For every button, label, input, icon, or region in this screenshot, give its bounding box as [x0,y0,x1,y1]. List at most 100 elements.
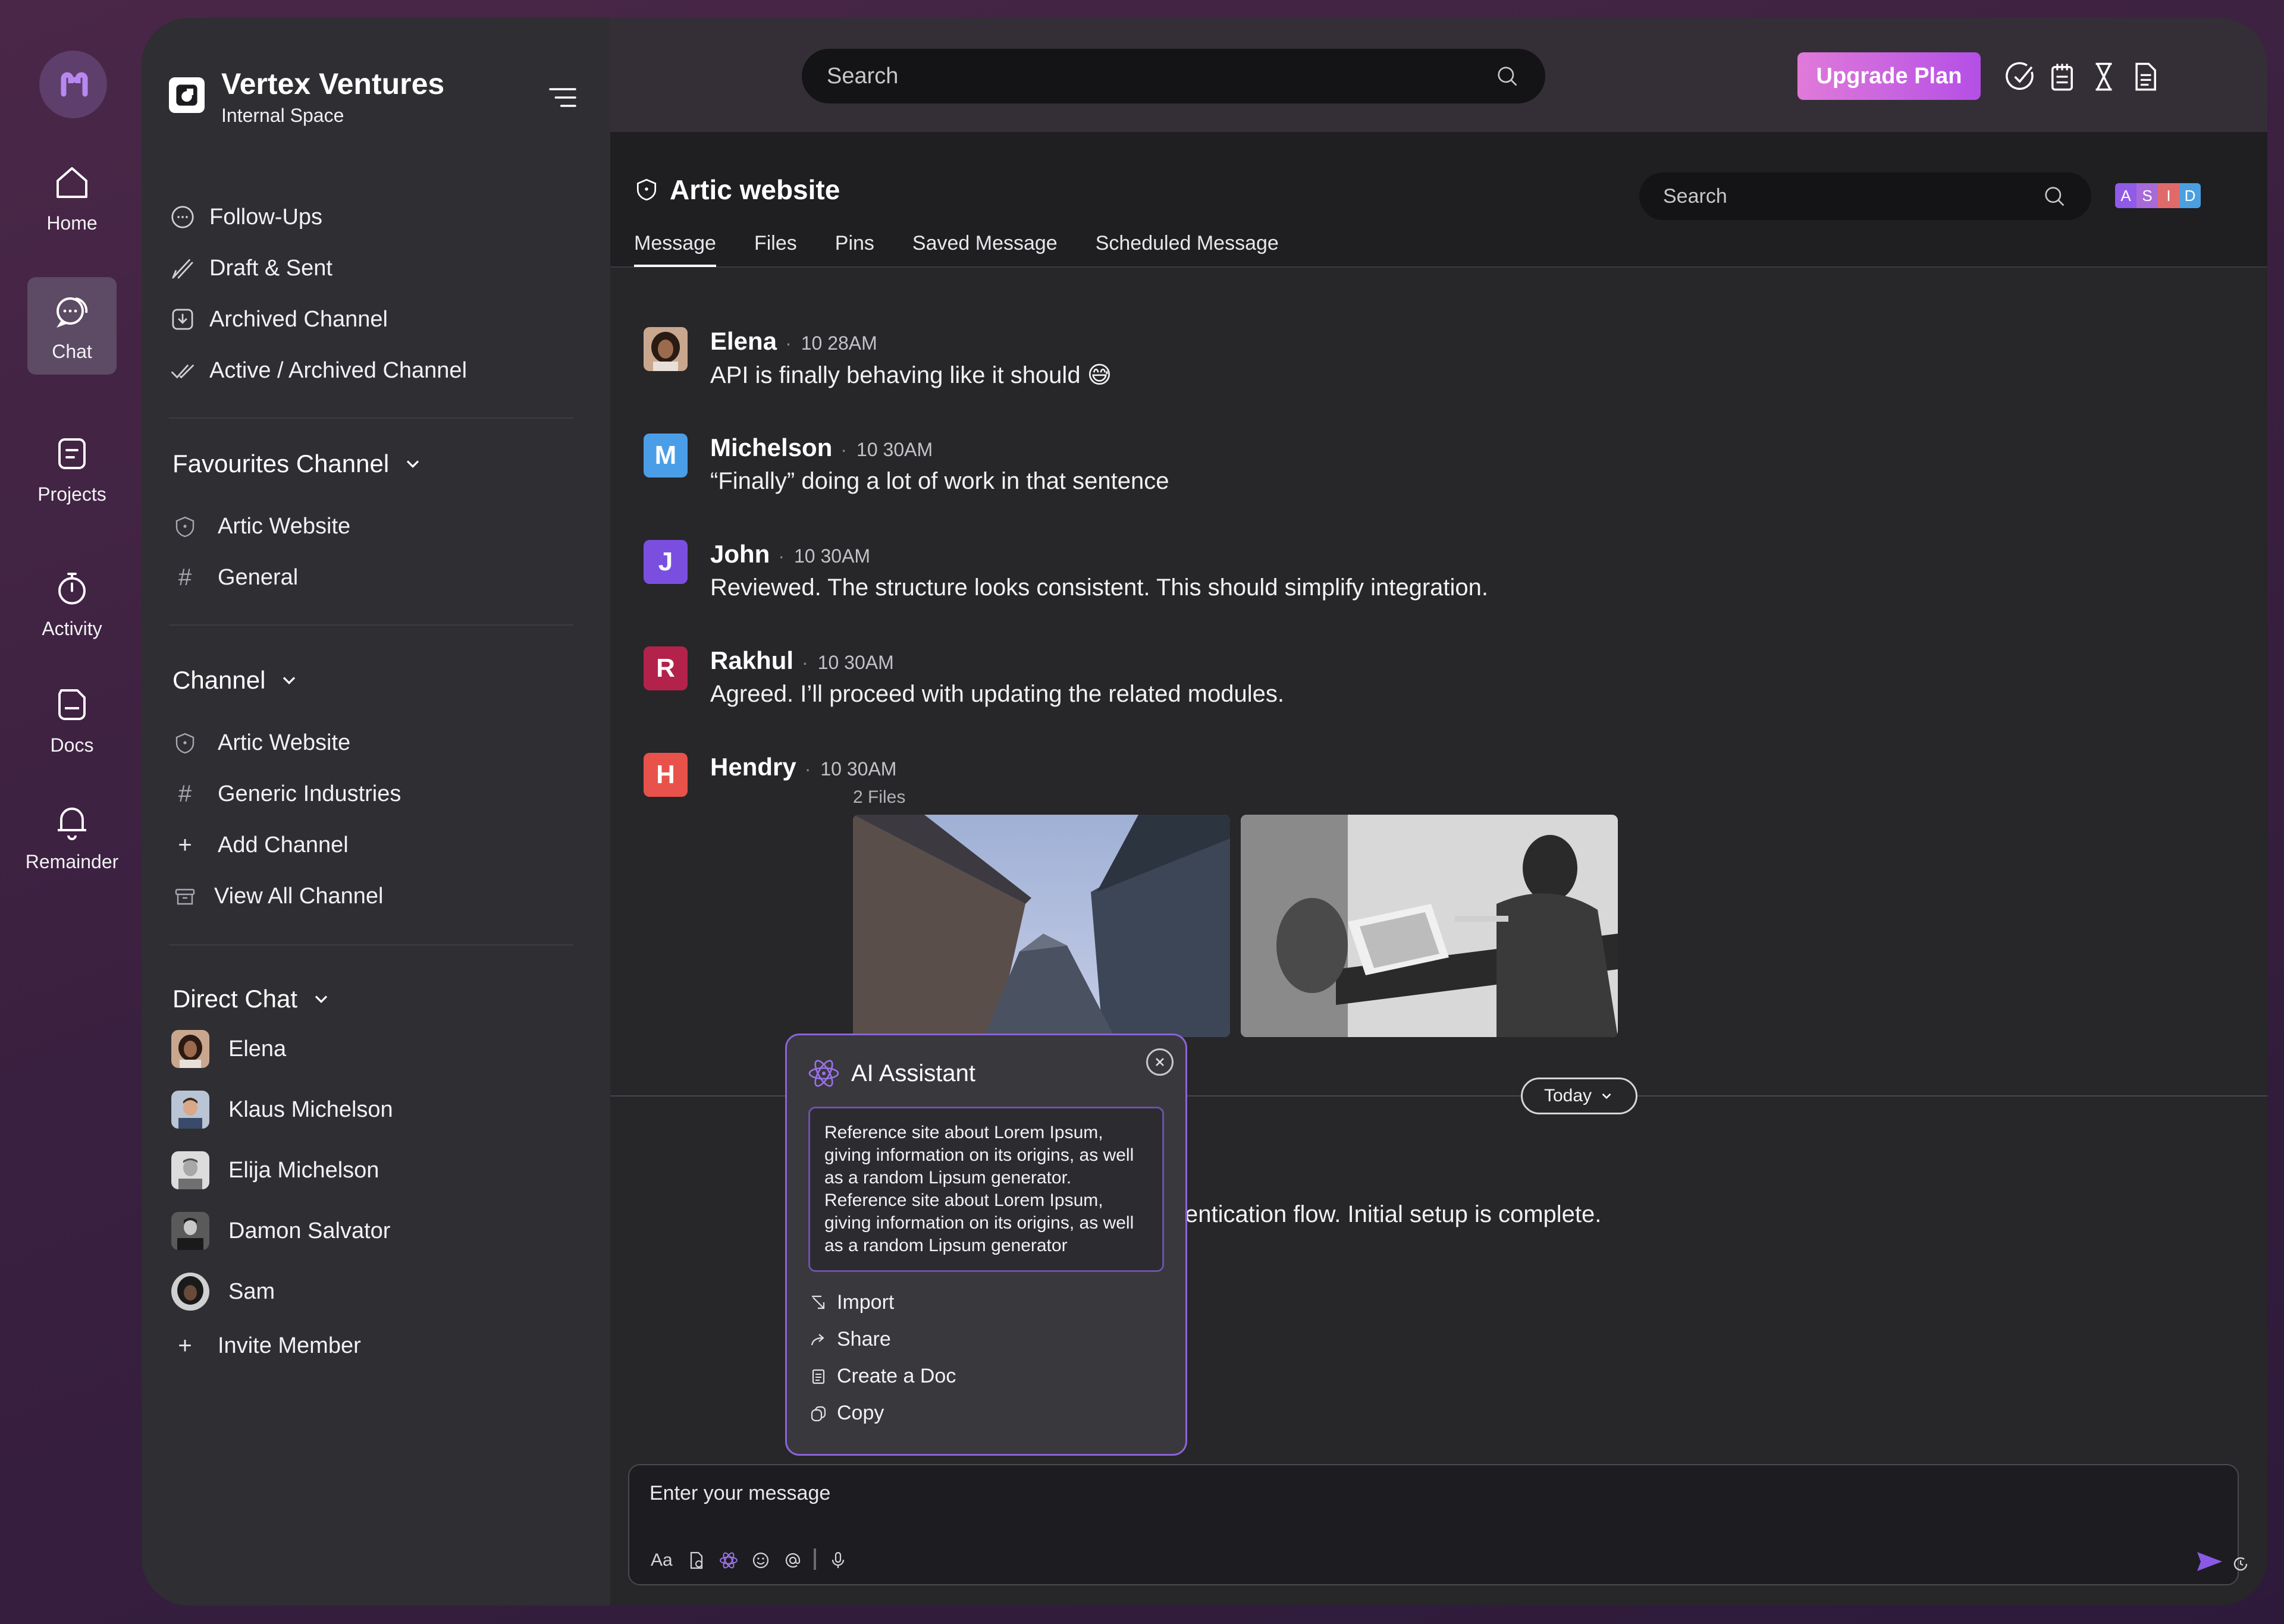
message-input[interactable] [650,1482,2018,1505]
channel-search[interactable]: Search [1639,172,2091,220]
document-icon [812,1369,825,1384]
avatar: H [644,753,688,797]
nav-follow-ups-label: Follow-Ups [209,204,323,230]
message-composer: Aa [628,1464,2248,1585]
hash-icon: # [178,564,192,590]
tasks-button[interactable] [2004,61,2037,93]
view-all-channel-button[interactable]: View All Channel [172,884,383,909]
dm-damon-salvator[interactable]: Damon Salvator [171,1212,390,1250]
fav-general-label: General [218,565,299,590]
dm-elija-michelson[interactable]: Elija Michelson [171,1151,379,1189]
nav-draft-sent[interactable]: Draft & Sent [169,255,332,282]
rail-reminder-label: Remainder [25,850,119,872]
atom-icon [720,1552,738,1569]
rail-projects[interactable]: Projects [27,420,117,517]
nav-active-archived[interactable]: Active / Archived Channel [169,357,467,384]
channel-generic-industries[interactable]: # Generic Industries [172,781,401,807]
message-text: Agreed. I’ll proceed with updating the r… [710,681,1285,707]
ai-share-button[interactable]: Share [810,1328,891,1351]
rail-chat[interactable]: Chat [27,277,117,375]
schedule-send-button[interactable] [2230,1552,2251,1576]
dm-damon-salvator-label: Damon Salvator [228,1218,391,1243]
rail-docs[interactable]: Docs [27,671,117,768]
channel-header[interactable]: Channel [172,666,300,695]
format-button[interactable]: Aa [651,1548,673,1572]
message-author: John 10 30AM [710,540,870,568]
smiley-icon [752,1552,769,1569]
fav-general[interactable]: # General [172,564,299,590]
add-channel-button[interactable]: + Add Channel [172,832,348,858]
ai-assistant-header: AI Assistant [807,1057,975,1090]
copy-icon [811,1406,826,1421]
timer-button[interactable] [2088,61,2120,93]
rail-activity[interactable]: Activity [27,554,117,652]
menu-lines-icon [549,88,576,107]
rail-reminder[interactable]: Remainder [25,787,119,885]
sidebar-divider [169,624,573,626]
avatar [171,1212,209,1250]
channel-title-text: Artic website [670,174,840,205]
document-button[interactable] [2129,61,2161,93]
attach-file-button[interactable] [686,1548,707,1572]
emoji-button[interactable] [751,1548,771,1572]
toolbar-divider [814,1548,816,1570]
buildings-photo [853,815,1230,1037]
ai-copy-label: Copy [837,1402,884,1424]
nav-follow-ups[interactable]: Follow-Ups [169,203,322,231]
ai-copy-button[interactable]: Copy [810,1402,884,1425]
mention-button[interactable] [783,1548,803,1572]
invite-member-button[interactable]: + Invite Member [172,1333,360,1359]
rail-home[interactable]: Home [27,149,117,246]
ai-assistant-panel: AI Assistant Reference site about Lorem … [785,1034,1187,1456]
ai-import-button[interactable]: Import [810,1291,894,1314]
fav-artic-website[interactable]: Artic Website [172,514,350,539]
channel-title: Artic website [634,174,840,206]
tab-scheduled-message[interactable]: Scheduled Message [1096,232,1279,267]
workspace-title: Vertex Ventures [221,67,445,100]
attachment-image-buildings[interactable] [853,815,1230,1037]
shield-icon [172,514,197,539]
favourites-header[interactable]: Favourites Channel [172,450,423,478]
app-logo-icon [61,72,88,97]
send-button[interactable] [2195,1548,2225,1575]
member-badges[interactable]: A S I D [2115,183,2201,208]
notes-button[interactable] [2046,61,2078,93]
direct-chat-header[interactable]: Direct Chat [172,985,332,1013]
import-icon [812,1295,825,1309]
ai-assistant-button[interactable] [719,1548,739,1572]
ai-close-button[interactable] [1146,1048,1174,1076]
at-sign-icon [785,1553,801,1568]
dm-sam[interactable]: Sam [171,1273,275,1311]
rail-chat-label: Chat [52,340,92,362]
sidebar-menu-button[interactable] [546,81,579,114]
tab-message[interactable]: Message [634,232,716,267]
shield-icon [636,178,657,201]
tab-files[interactable]: Files [754,232,797,267]
message-author: Michelson 10 30AM [710,434,933,462]
app-logo[interactable] [39,51,107,118]
nav-archived-channel[interactable]: Archived Channel [169,306,388,333]
voice-button[interactable] [828,1548,848,1572]
date-divider-button[interactable]: Today [1521,1078,1637,1114]
message-time: 10 30AM [805,758,897,780]
tab-pins[interactable]: Pins [835,232,874,267]
author-name: Michelson [710,434,833,461]
message-time: 10 30AM [802,652,894,673]
chevron-down-icon [283,677,296,684]
attachment-image-office[interactable] [1241,815,1618,1037]
ai-create-doc-button[interactable]: Create a Doc [810,1365,956,1388]
tab-saved-message[interactable]: Saved Message [912,232,1058,267]
message-text: API is finally behaving like it should 😅 [710,362,1112,388]
dm-elena[interactable]: Elena [171,1030,286,1068]
clock-refresh-icon [2233,1557,2248,1571]
global-search[interactable]: Search [802,49,1545,103]
archive-download-icon [172,309,193,330]
dm-klaus-michelson[interactable]: Klaus Michelson [171,1091,393,1129]
main-area: Search Upgrade Plan Artic website Messag… [610,18,2267,1606]
plus-icon: + [178,1333,192,1359]
stopwatch-icon [58,572,86,604]
channel-artic-website[interactable]: Artic Website [172,730,350,756]
upgrade-plan-button[interactable]: Upgrade Plan [1797,52,1981,100]
ai-create-doc-label: Create a Doc [837,1365,956,1387]
rail-activity-label: Activity [42,617,102,639]
